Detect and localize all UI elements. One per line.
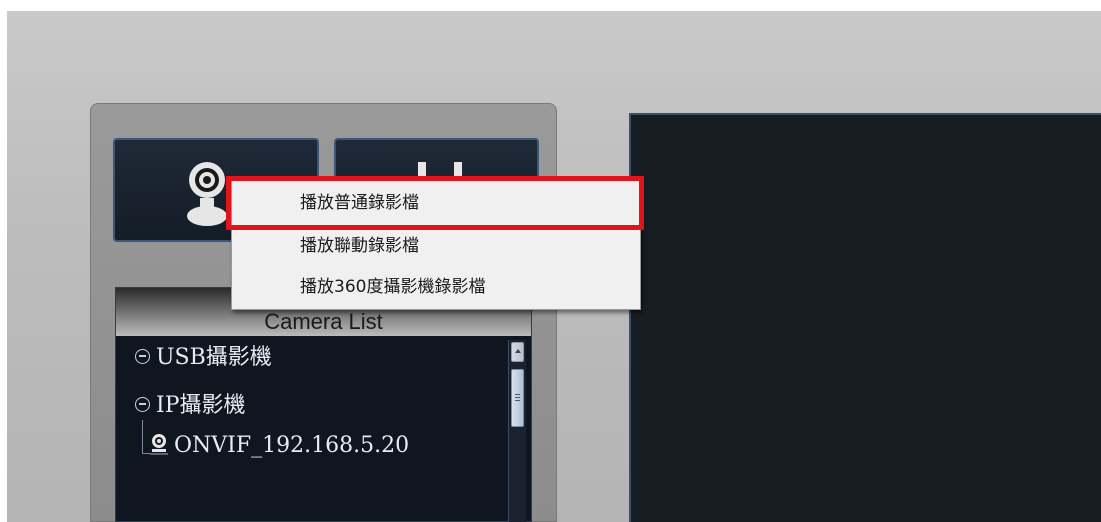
menu-item-play-360-recording[interactable]: 播放360度攝影機錄影檔 (232, 269, 640, 305)
ip-camera-icon (150, 434, 168, 455)
scroll-thumb[interactable] (511, 369, 524, 427)
tree-item-label: IP攝影機 (156, 393, 246, 418)
tree-item-usb-cameras[interactable]: USB攝影機 (135, 344, 272, 372)
camera-name-label: ONVIF_192.168.5.20 (174, 433, 410, 458)
tree-connector-line (142, 420, 143, 454)
camera-list-scrollbar[interactable] (508, 340, 526, 522)
context-menu: 播放普通錄影檔 播放聯動錄影檔 播放360度攝影機錄影檔 (231, 180, 641, 310)
tree-item-onvif-camera[interactable]: ONVIF_192.168.5.20 (150, 432, 409, 460)
menu-item-play-normal-recording[interactable]: 播放普通錄影檔 (232, 185, 640, 221)
camera-list-title: Camera List (264, 309, 383, 334)
tree-item-ip-cameras[interactable]: IP攝影機 (135, 392, 246, 420)
collapse-icon[interactable] (135, 396, 150, 412)
scroll-up-arrow-icon[interactable] (511, 342, 524, 362)
video-display-area[interactable] (629, 113, 1101, 522)
collapse-icon[interactable] (135, 348, 150, 364)
grip-line (515, 394, 520, 395)
menu-item-play-linked-recording[interactable]: 播放聯動錄影檔 (232, 228, 640, 264)
webcam-icon (187, 162, 227, 226)
tree-item-label: USB攝影機 (156, 345, 272, 370)
grip-line (515, 397, 520, 398)
grip-line (515, 400, 520, 401)
